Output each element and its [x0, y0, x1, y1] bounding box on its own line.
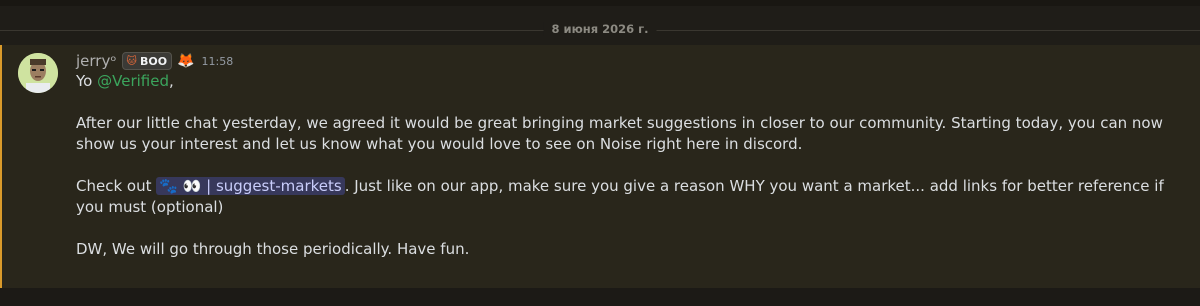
message-content: Yo @Verified, After our little chat yest…: [76, 71, 1181, 260]
channel-emoji-icon: 🐾 👀: [159, 177, 202, 195]
message-line-1: Yo @Verified,: [76, 72, 174, 90]
date-divider-label: 8 июня 2026 г.: [543, 22, 657, 36]
message-paragraph-2: After our little chat yesterday, we agre…: [76, 114, 1163, 153]
message-paragraph-3: Check out 🐾 👀 | suggest-markets. Just li…: [76, 177, 1164, 216]
message[interactable]: jerryᵒ 🐱 BOO 🦊 11:58 Yo @Verified, After…: [0, 45, 1200, 288]
server-tag-label: BOO: [139, 54, 168, 68]
ghost-icon: 🐱: [126, 55, 137, 67]
bottom-strip: [0, 288, 1200, 306]
avatar-icon: [18, 53, 58, 93]
timestamp[interactable]: 11:58: [202, 55, 234, 68]
user-mention[interactable]: @Verified: [97, 72, 169, 90]
message-header: jerryᵒ 🐱 BOO 🦊 11:58: [76, 51, 233, 71]
channel-name: suggest-markets: [215, 177, 342, 195]
message-paragraph-4: DW, We will go through those periodicall…: [76, 240, 470, 258]
username[interactable]: jerryᵒ: [76, 52, 117, 70]
server-tag[interactable]: 🐱 BOO: [121, 52, 173, 70]
top-strip: [0, 0, 1200, 6]
fox-icon: 🦊: [177, 53, 195, 69]
channel-mention[interactable]: 🐾 👀 | suggest-markets: [156, 177, 345, 195]
avatar[interactable]: [18, 53, 58, 93]
